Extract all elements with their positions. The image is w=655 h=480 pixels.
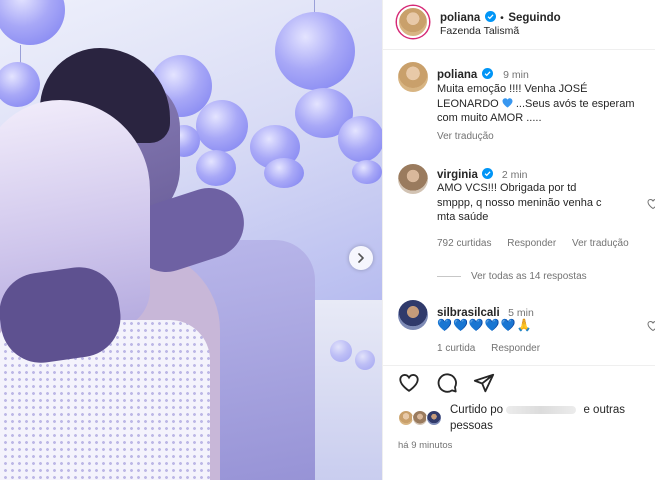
balloon <box>330 340 352 362</box>
comment: poliana 9 min <box>437 65 529 83</box>
balloon <box>0 0 65 45</box>
heart-icon[interactable] <box>398 372 420 394</box>
view-replies-button[interactable]: Ver todas as 14 respostas <box>437 271 587 282</box>
post-photo[interactable] <box>0 0 382 480</box>
balloon <box>338 116 382 162</box>
comment-time: 9 min <box>503 69 529 81</box>
like-comment-heart-icon[interactable] <box>647 198 655 210</box>
comment-username[interactable]: poliana <box>437 69 477 81</box>
verified-icon <box>484 11 496 22</box>
balloon <box>275 12 355 90</box>
like-comment-heart-icon[interactable] <box>647 320 655 332</box>
replies-line <box>437 275 461 277</box>
separator: • <box>500 12 504 24</box>
reply-link[interactable]: Responder <box>507 238 556 249</box>
avatar[interactable] <box>398 300 428 330</box>
post-sidebar: poliana • Seguindo Fazenda Talismã polia… <box>382 0 655 480</box>
balloon <box>196 150 236 186</box>
follow-status-button[interactable]: Seguindo <box>508 12 560 24</box>
comment-text: AMO VCS!!! Obrigada por td smppp, q noss… <box>437 182 602 223</box>
verified-icon <box>482 168 494 179</box>
comment-username[interactable]: virginia <box>437 169 478 181</box>
reply-link[interactable]: Responder <box>491 343 540 354</box>
share-icon[interactable] <box>473 372 495 394</box>
blurred-usernames <box>506 405 577 414</box>
translate-link[interactable]: Ver tradução <box>572 238 629 249</box>
location-link[interactable]: Fazenda Talismã <box>440 25 519 37</box>
post-timestamp[interactable]: há 9 minutos <box>398 440 452 451</box>
balloon <box>264 158 304 188</box>
comment-text: 💙💙💙💙💙🙏 <box>437 318 533 332</box>
comment-actions: 792 curtidas Responder Ver tradução <box>437 238 629 249</box>
liked-by-text[interactable]: Curtido po e outras <box>450 404 625 416</box>
comment-icon[interactable] <box>436 372 458 394</box>
comment-time: 2 min <box>501 169 528 181</box>
translate-link[interactable]: Ver tradução <box>437 131 494 142</box>
header-username[interactable]: poliana <box>440 12 480 24</box>
post-header: poliana • Seguindo Fazenda Talismã <box>383 0 655 50</box>
likes-count[interactable]: 792 curtidas <box>437 238 491 249</box>
balloon <box>196 100 248 152</box>
next-photo-button[interactable] <box>349 246 373 270</box>
comment-actions: 1 curtida Responder <box>437 343 540 354</box>
likes-count[interactable]: 1 curtida <box>437 343 475 354</box>
balloon <box>355 350 375 370</box>
avatar[interactable] <box>398 62 428 92</box>
liked-by-text-line2[interactable]: pessoas <box>450 420 493 432</box>
liked-by-avatar <box>426 410 442 426</box>
avatar[interactable] <box>398 164 428 194</box>
chevron-right-icon <box>358 253 364 263</box>
avatar[interactable] <box>397 6 429 38</box>
divider <box>383 365 655 366</box>
balloon <box>352 160 382 184</box>
balloon <box>0 62 40 107</box>
blue-heart-emoji-icon <box>502 97 513 108</box>
comment-text: Muita emoção !!!! Venha JOSÉ LEONARDO ..… <box>437 83 635 124</box>
verified-icon <box>481 68 493 79</box>
